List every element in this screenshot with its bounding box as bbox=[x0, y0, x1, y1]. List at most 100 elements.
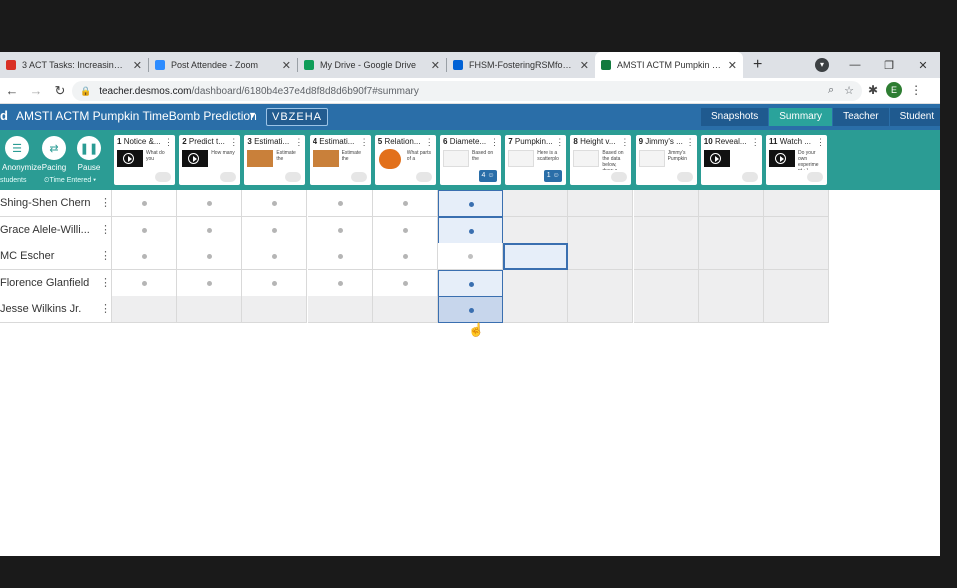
progress-cell[interactable] bbox=[438, 190, 503, 217]
progress-cell[interactable] bbox=[764, 216, 829, 244]
progress-cell[interactable] bbox=[633, 243, 699, 271]
activity-title[interactable]: AMSTI ACTM Pumpkin TimeBomb Prediction bbox=[16, 109, 257, 123]
browser-tab-2[interactable]: Post Attendee - Zoom ✕ bbox=[149, 52, 297, 78]
progress-cell[interactable] bbox=[503, 216, 569, 244]
anonymize-control[interactable]: ☰ Anonymize bbox=[2, 136, 42, 172]
view-tab-teacher[interactable]: Teacher bbox=[833, 108, 889, 126]
screen-menu-icon[interactable]: ⋮ bbox=[620, 137, 629, 148]
screen-menu-icon[interactable]: ⋮ bbox=[294, 137, 303, 148]
screen-menu-icon[interactable]: ⋮ bbox=[751, 137, 760, 148]
tab-close-icon[interactable]: ✕ bbox=[431, 59, 440, 72]
screen-menu-icon[interactable]: ⋮ bbox=[360, 137, 369, 148]
progress-cell[interactable] bbox=[698, 190, 764, 217]
progress-cell[interactable] bbox=[177, 216, 243, 244]
screen-menu-icon[interactable]: ⋮ bbox=[490, 137, 499, 148]
screen-card-7[interactable]: 7 Pumpkin... ⋮ Here is a scatterplo 1 ☺ bbox=[505, 135, 567, 185]
new-tab-button[interactable]: + bbox=[743, 52, 772, 78]
progress-cell[interactable] bbox=[568, 296, 634, 324]
progress-cell[interactable] bbox=[503, 190, 569, 217]
progress-cell[interactable] bbox=[177, 269, 243, 297]
screen-menu-icon[interactable]: ⋮ bbox=[555, 137, 564, 148]
progress-cell[interactable] bbox=[568, 243, 634, 271]
progress-cell[interactable] bbox=[633, 296, 699, 324]
student-name-cell[interactable]: MC Escher ⋮ bbox=[0, 243, 112, 271]
progress-cell[interactable] bbox=[438, 296, 503, 324]
progress-cell[interactable] bbox=[372, 190, 438, 217]
screen-menu-icon[interactable]: ⋮ bbox=[229, 137, 238, 148]
forward-icon[interactable]: → bbox=[24, 83, 48, 98]
progress-cell[interactable] bbox=[307, 190, 373, 217]
progress-cell[interactable] bbox=[372, 216, 438, 244]
browser-tab-1[interactable]: 3 ACT Tasks: Increasing Str ✕ bbox=[0, 52, 148, 78]
screen-card-4[interactable]: 4 Estimati... ⋮ Estimate the bbox=[309, 135, 371, 185]
student-name-cell[interactable]: Shing-Shen Chern ⋮ bbox=[0, 190, 112, 217]
progress-cell[interactable] bbox=[633, 269, 699, 297]
progress-cell[interactable] bbox=[242, 243, 308, 271]
student-menu-icon[interactable]: ⋮ bbox=[100, 276, 111, 289]
progress-cell[interactable] bbox=[372, 243, 438, 271]
view-tab-summary[interactable]: Summary bbox=[769, 108, 833, 126]
progress-cell[interactable] bbox=[242, 269, 308, 297]
student-name-cell[interactable]: Jesse Wilkins Jr. ⋮ bbox=[0, 296, 112, 324]
progress-cell[interactable] bbox=[698, 216, 764, 244]
screen-card-5[interactable]: 5 Relation... ⋮ What parts of a bbox=[374, 135, 436, 185]
progress-cell[interactable] bbox=[112, 190, 177, 217]
screen-card-3[interactable]: 3 Estimati... ⋮ Estimate the bbox=[244, 135, 306, 185]
tab-close-icon[interactable]: ✕ bbox=[133, 59, 142, 72]
tab-search-icon[interactable]: ▾ bbox=[815, 58, 829, 72]
progress-cell[interactable] bbox=[633, 190, 699, 217]
menu-icon[interactable]: ⋮ bbox=[910, 83, 922, 97]
screen-card-11[interactable]: 11 Watch ... ⋮ Do your own experime nt :-) bbox=[766, 135, 827, 185]
progress-cell[interactable] bbox=[764, 269, 829, 297]
screen-card-9[interactable]: 9 Jimmy's ... ⋮ Jimmy's Pumpkin bbox=[635, 135, 697, 185]
view-tab-student[interactable]: Student bbox=[889, 108, 940, 126]
progress-cell[interactable] bbox=[307, 296, 373, 324]
students-filter[interactable]: students bbox=[0, 177, 26, 184]
progress-cell[interactable] bbox=[372, 269, 438, 297]
browser-tab-3[interactable]: My Drive - Google Drive ✕ bbox=[298, 52, 446, 78]
progress-cell[interactable] bbox=[112, 269, 177, 297]
screen-menu-icon[interactable]: ⋮ bbox=[425, 137, 434, 148]
progress-cell[interactable] bbox=[112, 296, 177, 324]
screen-card-8[interactable]: 8 Height v... ⋮ Based on the data below, d… bbox=[570, 135, 632, 185]
address-bar[interactable]: 🔒 teacher.desmos.com/dashboard/6180b4e37… bbox=[72, 81, 862, 101]
progress-cell[interactable] bbox=[568, 216, 634, 244]
progress-cell[interactable] bbox=[503, 269, 569, 297]
screen-card-2[interactable]: 2 Predict t... ⋮ How many bbox=[179, 135, 241, 185]
student-name-cell[interactable]: Florence Glanfield ⋮ bbox=[0, 269, 112, 297]
progress-cell[interactable] bbox=[698, 269, 764, 297]
progress-cell[interactable] bbox=[177, 296, 243, 324]
zoom-icon[interactable]: ⌕ bbox=[828, 84, 834, 97]
progress-cell[interactable] bbox=[438, 243, 503, 271]
progress-cell[interactable] bbox=[307, 243, 373, 271]
progress-cell[interactable] bbox=[438, 216, 503, 244]
student-name-cell[interactable]: Grace Alele-Willi... ⋮ bbox=[0, 216, 112, 244]
close-window-button[interactable]: ✕ bbox=[906, 59, 940, 72]
progress-cell[interactable] bbox=[503, 243, 569, 271]
progress-cell[interactable] bbox=[764, 190, 829, 217]
screen-card-1[interactable]: 1 Notice &... ⋮ What do you bbox=[114, 135, 175, 185]
student-menu-icon[interactable]: ⋮ bbox=[100, 302, 111, 315]
back-icon[interactable]: ← bbox=[0, 83, 24, 98]
progress-cell[interactable] bbox=[242, 296, 308, 324]
title-dropdown-icon[interactable]: ▼ bbox=[248, 110, 257, 120]
progress-cell[interactable] bbox=[568, 190, 634, 217]
student-menu-icon[interactable]: ⋮ bbox=[100, 223, 111, 236]
progress-cell[interactable] bbox=[177, 243, 243, 271]
progress-cell[interactable] bbox=[764, 243, 829, 271]
progress-cell[interactable] bbox=[177, 190, 243, 217]
progress-cell[interactable] bbox=[764, 296, 829, 324]
minimize-button[interactable]: — bbox=[838, 59, 872, 71]
browser-tab-5[interactable]: AMSTI ACTM Pumpkin Tim ✕ bbox=[595, 52, 743, 78]
student-menu-icon[interactable]: ⋮ bbox=[100, 249, 111, 262]
class-code[interactable]: VBZEHA bbox=[266, 108, 328, 126]
pacing-control[interactable]: ⇄ Pacing bbox=[39, 136, 69, 172]
time-entered-sort[interactable]: ⏲Time Entered ▾ bbox=[44, 177, 96, 185]
progress-cell[interactable] bbox=[307, 216, 373, 244]
bookmark-star-icon[interactable]: ☆ bbox=[844, 84, 854, 97]
progress-cell[interactable] bbox=[307, 269, 373, 297]
screen-menu-icon[interactable]: ⋮ bbox=[686, 137, 695, 148]
progress-cell[interactable] bbox=[568, 269, 634, 297]
progress-cell[interactable] bbox=[242, 216, 308, 244]
screen-card-6[interactable]: 6 Diamete... ⋮ Based on the 4 ☺ bbox=[440, 135, 501, 185]
